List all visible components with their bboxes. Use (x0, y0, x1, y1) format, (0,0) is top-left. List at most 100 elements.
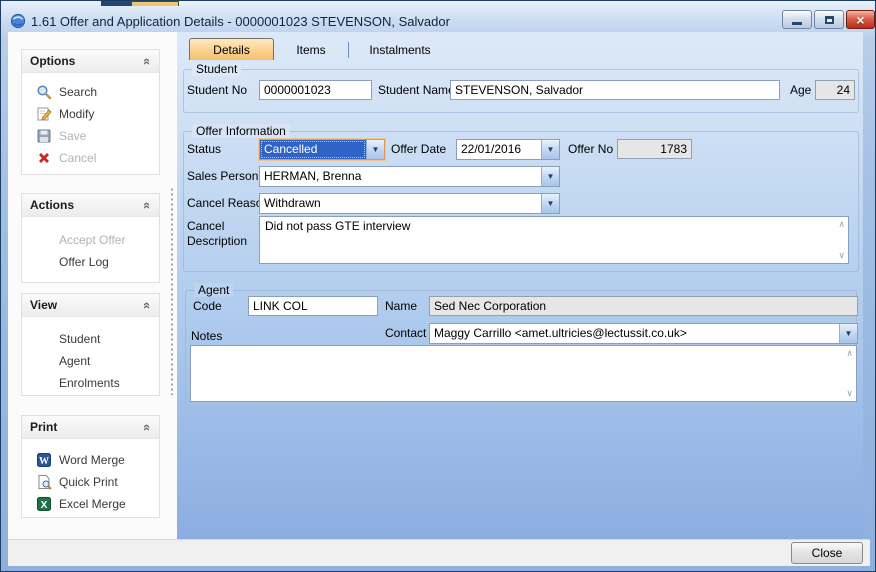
offer-no-field: 1783 (617, 139, 692, 159)
student-name-field[interactable]: STEVENSON, Salvador (450, 80, 780, 100)
sidebar-section-options: Options « Search Modify (21, 49, 160, 175)
collapse-icon[interactable]: « (141, 423, 154, 430)
contact-combo[interactable]: Maggy Carrillo <amet.ultricies@lectussit… (429, 323, 858, 344)
code-field[interactable]: LINK COL (248, 296, 378, 316)
dropdown-arrow-icon[interactable]: ▼ (541, 194, 559, 213)
notes-label: Notes (191, 329, 222, 343)
modify-icon (36, 106, 52, 122)
age-label: Age (790, 83, 811, 97)
tab-separator (348, 42, 349, 58)
options-header[interactable]: Options « (22, 50, 159, 73)
contact-label: Contact (385, 326, 426, 340)
status-label: Status (187, 142, 221, 156)
print-title: Print (30, 420, 57, 434)
sidebar-section-actions: Actions « Accept Offer Offer Log (21, 193, 160, 283)
options-title: Options (30, 54, 75, 68)
sidebar-item-student[interactable]: Student (22, 328, 159, 350)
scroll-down-icon[interactable]: ∨ (846, 389, 853, 398)
sidebar-section-print: Print « W Word Merge Quick Print (21, 415, 160, 518)
collapse-icon[interactable]: « (141, 301, 154, 308)
cancel-icon (36, 150, 52, 166)
cancel-reason-label: Cancel Reason (187, 196, 269, 210)
minimize-button[interactable] (782, 10, 812, 29)
dropdown-arrow-icon[interactable]: ▼ (839, 324, 857, 343)
offer-date-combo[interactable]: 22/01/2016 ▼ (456, 139, 560, 160)
sidebar-item-quick-print[interactable]: Quick Print (22, 471, 159, 493)
notes-field[interactable]: ∧ ∨ (190, 345, 857, 402)
sales-person-label: Sales Person (187, 169, 258, 183)
agent-group-label: Agent (194, 283, 233, 297)
close-window-button[interactable]: × (846, 10, 875, 29)
sidebar-item-label: Student (59, 332, 100, 346)
scroll-down-icon[interactable]: ∨ (838, 251, 845, 260)
tab-items[interactable]: Items (275, 40, 347, 60)
sidebar-item-excel-merge[interactable]: X Excel Merge (22, 493, 159, 515)
status-combo[interactable]: Cancelled ▼ (259, 139, 385, 160)
tab-label: Items (296, 43, 325, 57)
background-window-tab-fragment (131, 1, 179, 6)
sidebar-item-label: Cancel (59, 151, 96, 165)
dropdown-arrow-icon[interactable]: ▼ (366, 140, 384, 159)
sales-person-value: HERMAN, Brenna (260, 167, 541, 186)
tab-instalments[interactable]: Instalments (350, 40, 450, 60)
sidebar-item-label: Quick Print (59, 475, 118, 489)
close-button[interactable]: Close (791, 542, 863, 564)
sales-person-combo[interactable]: HERMAN, Brenna ▼ (259, 166, 560, 187)
maximize-button[interactable] (814, 10, 844, 29)
sidebar-item-enrolments[interactable]: Enrolments (22, 372, 159, 394)
sidebar-item-word-merge[interactable]: W Word Merge (22, 449, 159, 471)
view-title: View (30, 298, 57, 312)
student-no-field[interactable]: 0000001023 (259, 80, 372, 100)
tab-label: Instalments (369, 43, 430, 57)
collapse-icon[interactable]: « (141, 201, 154, 208)
offer-date-label: Offer Date (391, 142, 446, 156)
contact-value: Maggy Carrillo <amet.ultricies@lectussit… (430, 324, 839, 343)
dropdown-arrow-icon[interactable]: ▼ (541, 167, 559, 186)
sidebar-item-label: Enrolments (59, 376, 120, 390)
sidebar-splitter[interactable] (169, 187, 175, 395)
sidebar-item-label: Excel Merge (59, 497, 126, 511)
collapse-icon[interactable]: « (141, 57, 154, 64)
svg-text:X: X (41, 500, 48, 511)
svg-text:W: W (39, 456, 49, 467)
scroll-up-icon[interactable]: ∧ (846, 349, 853, 358)
status-value: Cancelled (260, 140, 366, 159)
scroll-up-icon[interactable]: ∧ (838, 220, 845, 229)
offer-group-label: Offer Information (192, 124, 290, 138)
close-button-label: Close (812, 546, 843, 560)
cancel-reason-combo[interactable]: Withdrawn ▼ (259, 193, 560, 214)
student-group-label: Student (192, 62, 241, 76)
sidebar-item-modify[interactable]: Modify (22, 103, 159, 125)
print-header[interactable]: Print « (22, 416, 159, 439)
sidebar-item-save[interactable]: Save (22, 125, 159, 147)
minimize-icon (792, 22, 802, 25)
excel-icon: X (36, 496, 52, 512)
sidebar-section-view: View « Student Agent Enrolments (21, 293, 160, 396)
tab-details[interactable]: Details (189, 38, 274, 60)
cancel-description-field[interactable]: Did not pass GTE interview ∧ ∨ (259, 216, 849, 264)
dropdown-arrow-icon[interactable]: ▼ (541, 140, 559, 159)
sidebar-item-cancel[interactable]: Cancel (22, 147, 159, 169)
cancel-description-label: Cancel Description (187, 219, 251, 249)
sidebar-item-label: Save (59, 129, 86, 143)
cancel-reason-value: Withdrawn (260, 194, 541, 213)
sidebar-item-label: Offer Log (59, 255, 109, 269)
offer-date-value: 22/01/2016 (457, 140, 541, 159)
actions-header[interactable]: Actions « (22, 194, 159, 217)
sidebar-item-accept-offer[interactable]: Accept Offer (22, 229, 159, 251)
sidebar-item-agent[interactable]: Agent (22, 350, 159, 372)
search-icon (36, 84, 52, 100)
tab-label: Details (213, 43, 250, 57)
sidebar-item-offer-log[interactable]: Offer Log (22, 251, 159, 273)
sidebar-item-label: Search (59, 85, 97, 99)
view-header[interactable]: View « (22, 294, 159, 317)
sidebar-item-search[interactable]: Search (22, 81, 159, 103)
age-field: 24 (815, 80, 855, 100)
sidebar-item-label: Accept Offer (59, 233, 125, 247)
footer-bar (8, 539, 870, 566)
name-label: Name (385, 299, 417, 313)
sidebar-item-label: Modify (59, 107, 94, 121)
close-icon: × (856, 13, 864, 27)
name-field: Sed Nec Corporation (429, 296, 858, 316)
offer-no-label: Offer No (568, 142, 613, 156)
